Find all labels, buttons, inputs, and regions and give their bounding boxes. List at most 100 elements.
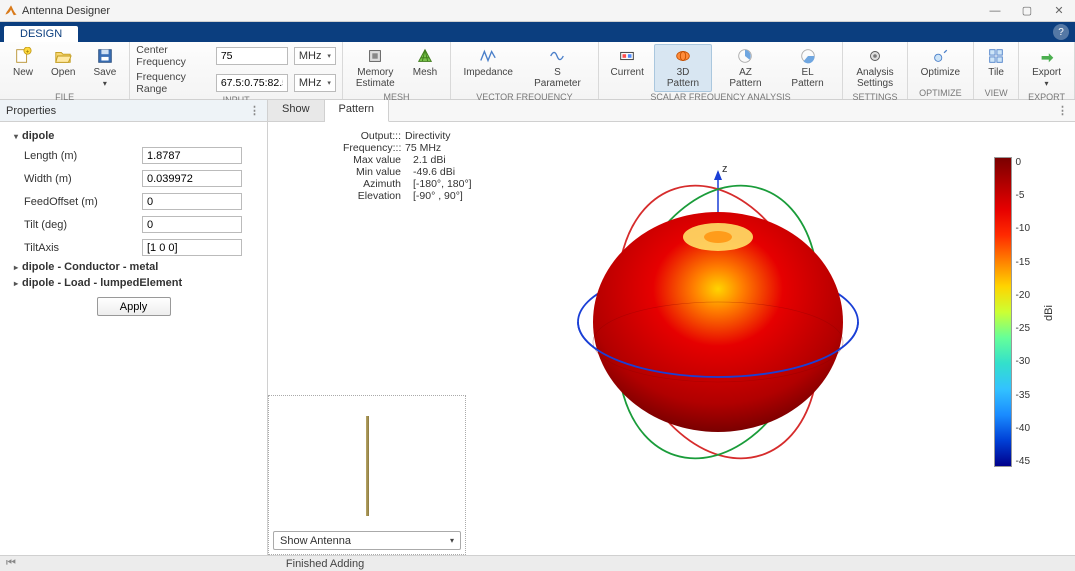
center-freq-input[interactable] [216,47,288,65]
section-load[interactable]: ▸dipole - Load - lumpedElement [10,275,257,291]
pattern3d-icon [674,47,692,65]
elpattern-icon [799,47,817,65]
pattern-canvas[interactable]: Output:::Directivity Frequency:::75 MHz … [268,122,1075,555]
el-label: EL Pattern [786,67,830,89]
pattern-info: Output:::Directivity Frequency:::75 MHz … [343,130,472,202]
minimize-button[interactable]: — [983,2,1007,20]
feedoffset-input[interactable] [142,193,242,210]
tile-label: Tile [988,67,1004,78]
current-label: Current [611,67,644,78]
colorbar: 0 -5 -10 -15 -20 -25 -30 -35 -40 -45 [994,157,1030,467]
3d-pattern-button[interactable]: 3D Pattern [654,44,713,92]
section-conductor[interactable]: ▸dipole - Conductor - metal [10,259,257,275]
freq-range-input[interactable] [216,74,288,92]
sparam-button[interactable]: S Parameter [523,44,591,92]
radiation-pattern-3d: z [538,142,898,502]
new-doc-icon: + [14,47,32,65]
current-button[interactable]: Current [605,44,650,81]
status-message: Finished Adding [286,558,364,570]
save-label: Save▾ [93,67,116,89]
impedance-button[interactable]: Impedance [457,44,519,81]
antenna-canvas[interactable] [273,400,461,531]
analysis-settings-button[interactable]: Analysis Settings [849,44,900,92]
group-input: Center Frequency MHz▾ Frequency Range MH… [130,42,343,99]
impedance-icon [479,47,497,65]
export-label: Export▾ [1032,67,1061,89]
group-vector: Impedance S Parameter VECTOR FREQUENCY A… [451,42,598,99]
tilt-input[interactable] [142,216,242,233]
length-label: Length (m) [24,150,134,162]
freq-range-unit-dropdown[interactable]: MHz▾ [294,74,336,92]
az-label: AZ Pattern [723,67,768,89]
analysis-settings-label: Analysis Settings [856,67,893,89]
properties-menu-icon[interactable]: ⋮ [249,104,261,117]
center-freq-label: Center Frequency [136,44,210,68]
gear-icon [866,47,884,65]
tiltaxis-input[interactable] [142,239,242,256]
new-label: New [13,67,33,78]
colorbar-unit: dBi [1043,305,1055,321]
group-export: Export▾ EXPORT [1019,42,1075,99]
save-button[interactable]: Save▾ [86,44,123,92]
tab-pattern[interactable]: Pattern [325,100,389,122]
new-button[interactable]: + New [6,44,40,81]
sparameter-icon [548,47,566,65]
memory-estimate-label: Memory Estimate [356,67,395,89]
el-pattern-button[interactable]: EL Pattern [779,44,837,92]
matlab-logo-icon [4,4,18,18]
svg-text:+: + [26,48,30,55]
open-label: Open [51,67,75,78]
canvas-side: Show Pattern ⋮ Output:::Directivity Freq… [268,100,1075,555]
close-button[interactable]: ✕ [1047,2,1071,20]
maximize-button[interactable]: ▢ [1015,2,1039,20]
group-file: + New Open Save▾ FILE [0,42,130,99]
tab-show[interactable]: Show [268,100,325,121]
center-freq-unit-dropdown[interactable]: MHz▾ [294,47,336,65]
colorbar-ticks: 0 -5 -10 -15 -20 -25 -30 -35 -40 -45 [1012,157,1030,467]
group-optimize: Optimize OPTIMIZE [908,42,974,99]
tiltaxis-label: TiltAxis [24,242,134,254]
length-input[interactable] [142,147,242,164]
current-icon [618,47,636,65]
z-axis-label: z [722,163,728,175]
nav-back-icon[interactable]: ⏮ [6,557,16,570]
view-tabs: Show Pattern ⋮ [268,100,1075,122]
help-icon[interactable]: ? [1053,24,1069,40]
export-icon [1038,47,1056,65]
save-icon [96,47,114,65]
section-dipole[interactable]: ▾dipole [10,128,257,144]
tabs-menu-icon[interactable]: ⋮ [1051,100,1075,121]
tile-icon [987,47,1005,65]
group-optimize-label: OPTIMIZE [914,88,967,99]
tab-design[interactable]: DESIGN [4,26,78,42]
az-pattern-button[interactable]: AZ Pattern [716,44,775,92]
apply-button[interactable]: Apply [97,297,171,316]
tilt-label: Tilt (deg) [24,219,134,231]
toolstrip: + New Open Save▾ FILE Center Frequency M… [0,42,1075,100]
export-button[interactable]: Export▾ [1025,44,1068,92]
optimize-button[interactable]: Optimize [914,44,967,81]
colorbar-gradient [994,157,1012,467]
open-button[interactable]: Open [44,44,82,81]
properties-header: Properties ⋮ [0,100,267,122]
statusbar: ⏮ Finished Adding [0,555,1075,571]
width-input[interactable] [142,170,242,187]
window-title: Antenna Designer [22,5,110,17]
antenna-view-dropdown[interactable]: Show Antenna▾ [273,531,461,550]
mesh-label: Mesh [413,67,437,78]
width-label: Width (m) [24,173,134,185]
sparam-label: S Parameter [530,67,584,89]
group-settings: Analysis Settings SETTINGS [843,42,907,99]
optimize-icon [931,47,949,65]
open-folder-icon [54,47,72,65]
mesh-button[interactable]: Mesh [406,44,444,81]
optimize-label: Optimize [921,67,960,78]
properties-panel: Properties ⋮ ▾dipole Length (m) Width (m… [0,100,268,555]
memory-estimate-button[interactable]: Memory Estimate [349,44,402,92]
freq-range-label: Frequency Range [136,71,210,95]
tile-button[interactable]: Tile [980,44,1012,81]
pattern3d-label: 3D Pattern [661,67,706,89]
properties-title: Properties [6,105,56,117]
memory-chip-icon [366,47,384,65]
main-area: Properties ⋮ ▾dipole Length (m) Width (m… [0,100,1075,555]
